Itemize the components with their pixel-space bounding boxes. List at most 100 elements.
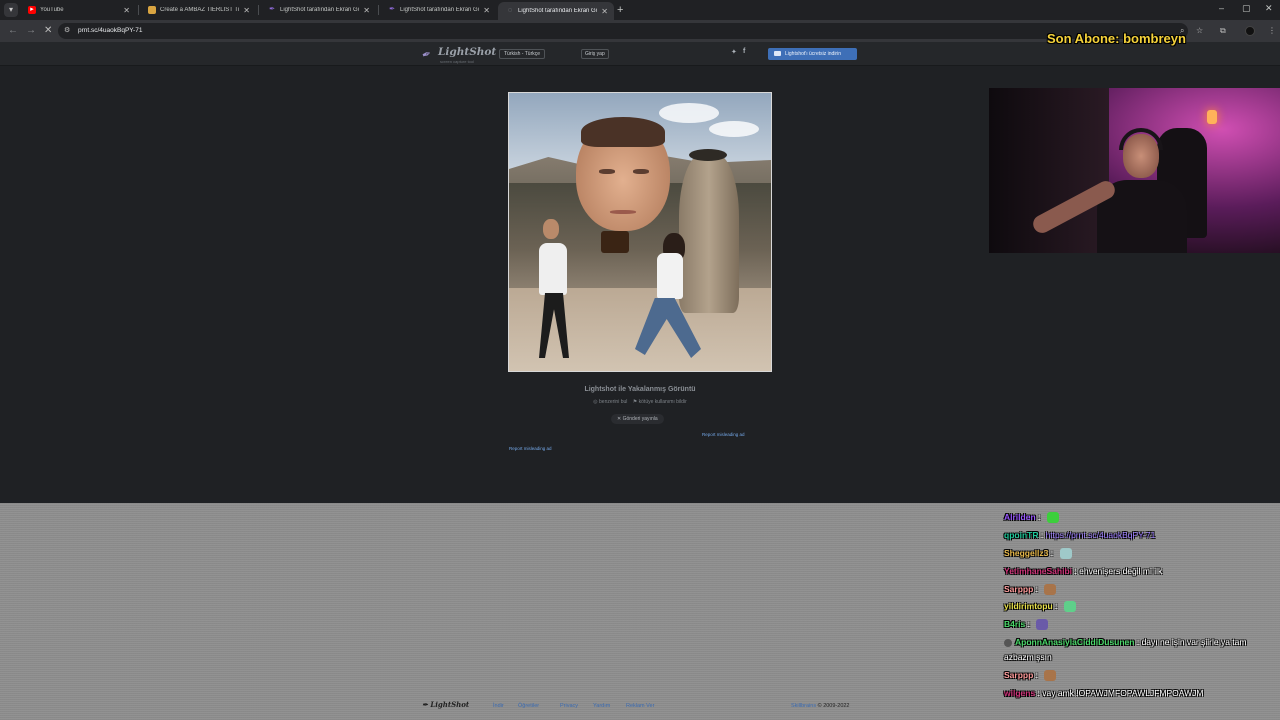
footer-link-privacy[interactable]: Privacy — [560, 703, 578, 709]
cloud — [659, 103, 719, 123]
man-head — [543, 219, 559, 239]
tab-search-icon[interactable]: ▾ — [4, 3, 18, 17]
woman-shirt — [657, 253, 683, 299]
tab-label: YouTube — [40, 7, 64, 13]
report-abuse-link[interactable]: ⚑ kötüye kullanımı bildir — [633, 399, 687, 405]
address-url[interactable]: prnt.sc/4uaokBqPY-71 — [78, 27, 142, 34]
chat-text: dayı ne işin var şiirle ya tam — [1141, 637, 1247, 647]
footer-logo[interactable]: ✒ LightShot — [422, 700, 469, 709]
youtube-icon: ▸ — [28, 6, 36, 14]
address-bar[interactable]: ⚙ prnt.sc/4uaokBqPY-71 — [58, 23, 1188, 39]
close-icon[interactable]: ✕ — [243, 6, 250, 15]
chat-emote-icon — [1036, 619, 1049, 631]
twitter-icon[interactable]: ✦ — [731, 48, 737, 56]
new-tab-icon[interactable]: + — [617, 3, 623, 17]
footer-copyright: Skillbrains © 2009-2022 — [791, 703, 850, 709]
screenshot-image[interactable] — [508, 92, 772, 372]
tab-lightshot-active[interactable]: ◌ LightShot tarafından Ekran Görü ✕ — [498, 2, 614, 20]
headset — [1119, 128, 1163, 150]
last-subscriber-alert: Son Abone: bombreyn — [1047, 31, 1186, 46]
monitor-icon — [774, 51, 781, 57]
tab-lightshot-2[interactable]: ✒ LightShot tarafından Ekran Görü ✕ — [380, 2, 496, 18]
chat-message: qpoinTR : https://prnt.sc/4uaokBqPY-71 — [1004, 530, 1155, 540]
footer-link-advertise[interactable]: Reklam Ver — [626, 703, 654, 709]
footer-link-tutorials[interactable]: Öğretiler — [518, 703, 539, 709]
image-caption: Lightshot ile Yakalanmış Görüntü — [584, 386, 696, 393]
chat-text: azbazmışsın — [1004, 652, 1052, 662]
stream-chat: Alrilden : qpoinTR : https://prnt.sc/4ua… — [1000, 508, 1280, 720]
minimize-icon[interactable]: – — [1219, 3, 1224, 13]
chat-separator: : — [1048, 548, 1056, 558]
cake — [601, 231, 629, 253]
menu-kebab-icon[interactable]: ⋮ — [1268, 26, 1276, 36]
site-info-icon[interactable]: ⚙ — [64, 26, 72, 35]
chat-message: azbazmışsın — [1004, 652, 1052, 662]
close-icon[interactable]: ✕ — [601, 7, 608, 16]
feather-icon: ✒ — [420, 47, 434, 63]
close-icon[interactable]: ✕ — [483, 6, 490, 15]
tab-lightshot-1[interactable]: ✒ LightShot tarafından Ekran Görü ✕ — [260, 2, 376, 18]
tiermaker-icon — [148, 6, 156, 14]
find-similar-label: benzerini bul — [599, 399, 628, 405]
chat-separator: : — [1134, 637, 1142, 647]
tab-label: LightShot tarafından Ekran Görü — [518, 8, 598, 14]
post-button[interactable]: ✕ Gönderi yayınla — [611, 414, 664, 424]
chat-username[interactable]: Sheggellz3 — [1004, 548, 1048, 558]
footer-link-help[interactable]: Yardım — [593, 703, 610, 709]
loading-icon: ◌ — [507, 7, 513, 14]
tab-divider — [138, 5, 139, 15]
close-icon[interactable]: ✕ — [363, 6, 370, 15]
bookmark-star-icon[interactable]: ☆ — [1196, 26, 1203, 36]
chat-link[interactable]: https://prnt.sc/4uaokBqPY-71 — [1046, 530, 1156, 540]
extensions-icon[interactable]: ⧉ — [1220, 26, 1226, 36]
copyright-text: © 2009-2022 — [817, 703, 850, 709]
login-button[interactable]: Giriş yap — [581, 49, 609, 59]
report-ad-link-left[interactable]: Report misleading ad — [509, 446, 552, 451]
chat-separator: : — [1052, 601, 1060, 611]
stop-loading-icon[interactable]: ✕ — [44, 25, 52, 37]
pasted-face-hair — [581, 117, 665, 147]
close-icon[interactable]: ✕ — [123, 6, 130, 15]
chat-username[interactable]: B4ris — [1004, 619, 1025, 629]
tab-label: LightShot tarafından Ekran Görü — [400, 7, 480, 13]
maximize-icon[interactable]: ▢ — [1242, 3, 1251, 14]
chat-separator: : — [1033, 670, 1041, 680]
chat-username[interactable]: Alrilden — [1004, 512, 1036, 522]
chat-message: AponnAnasiylaCiddiDusunen : dayı ne işin… — [1004, 637, 1246, 647]
tab-tierlist[interactable]: Create a AMBAZ TIERLIST Tier ✕ — [140, 2, 256, 18]
chat-separator: : — [1035, 512, 1043, 522]
chat-username[interactable]: wilgens — [1004, 688, 1035, 698]
chat-emote-icon — [1044, 584, 1057, 596]
user-badge-icon — [1004, 638, 1012, 647]
image-actions: ◎ benzerini bul ⚑ kötüye kullanımı bildi… — [508, 399, 772, 405]
facebook-icon[interactable]: f — [743, 48, 745, 55]
rock-cap — [689, 149, 727, 161]
download-button[interactable]: Lightshot'ı ücretsiz indirin — [768, 48, 857, 60]
footer-link-download[interactable]: İndir — [493, 703, 504, 709]
chat-message: Sheggellz3 : — [1004, 548, 1072, 560]
fairy-chimney-rock — [679, 153, 739, 313]
report-ad-link-right[interactable]: Report misleading ad — [702, 432, 745, 437]
chat-username[interactable]: AponnAnasiylaCiddiDusunen — [1015, 637, 1134, 647]
tab-youtube[interactable]: ▸ YouTube ✕ — [20, 2, 136, 18]
webcam-overlay — [989, 88, 1280, 253]
language-select[interactable]: Türkish - Türkçe — [499, 49, 546, 59]
profile-avatar[interactable] — [1245, 26, 1255, 36]
chat-username[interactable]: qpoinTR — [1004, 530, 1038, 540]
find-similar-link[interactable]: ◎ benzerini bul — [593, 399, 627, 405]
chat-username[interactable]: yildirimtopu — [1004, 601, 1053, 611]
tab-divider — [258, 5, 259, 15]
close-window-icon[interactable]: ✕ — [1265, 3, 1273, 14]
back-icon[interactable]: ← — [8, 25, 18, 37]
chat-username[interactable]: YetimhaneSahibi — [1004, 566, 1072, 576]
chat-username[interactable]: Sarppp — [1004, 584, 1033, 594]
chat-text: ehvenişers değil mi ilk — [1079, 566, 1163, 576]
footer-brand[interactable]: Skillbrains — [791, 703, 816, 709]
chat-message: Alrilden : — [1004, 512, 1059, 524]
chat-username[interactable]: Sarppp — [1004, 670, 1033, 680]
lightshot-icon: ✒ — [389, 6, 395, 13]
lamp — [1207, 110, 1217, 124]
chat-separator: : — [1025, 619, 1033, 629]
forward-icon[interactable]: → — [26, 25, 36, 37]
chat-emote-icon — [1059, 548, 1072, 560]
